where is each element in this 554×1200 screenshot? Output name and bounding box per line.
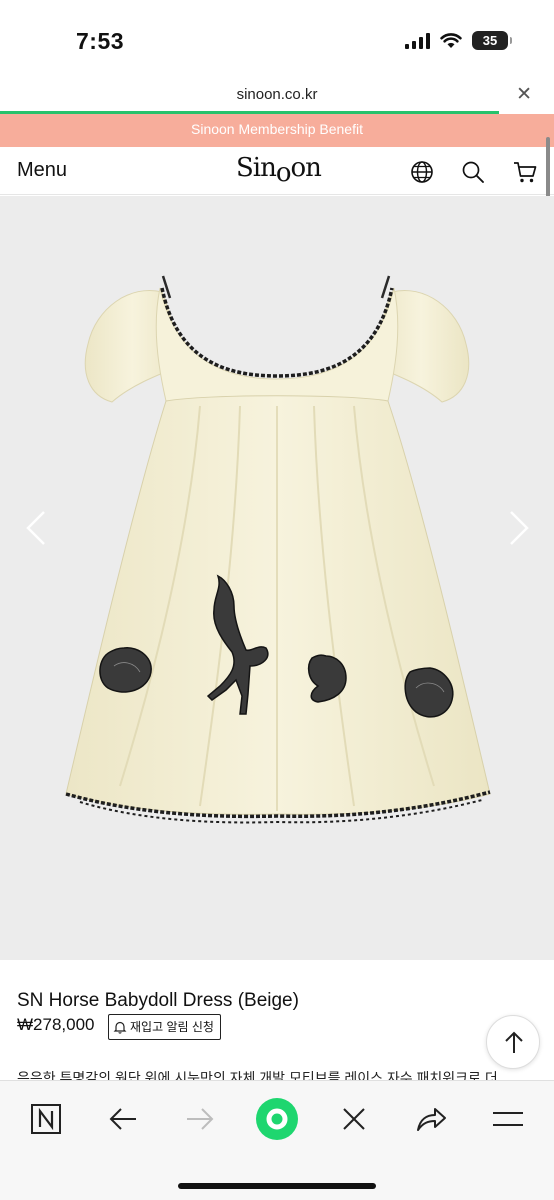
cart-icon[interactable]	[512, 159, 538, 185]
carousel-next-arrow-icon[interactable]	[508, 510, 530, 546]
bell-icon	[113, 1021, 127, 1034]
product-info: SN Horse Babydoll Dress (Beige) ₩278,000…	[0, 960, 554, 1086]
logo-text-end: on	[290, 153, 322, 183]
close-icon[interactable]: ✕	[516, 83, 532, 106]
membership-banner[interactable]: Sinoon Membership Benefit	[0, 114, 554, 147]
status-time: 7:53	[76, 28, 125, 54]
restock-alert-label: 재입고 알림 신청	[130, 1019, 214, 1034]
cellular-signal-icon	[405, 32, 430, 49]
status-bar: 7:53 35	[0, 0, 554, 80]
logo-text-start: Sin	[236, 153, 277, 183]
menu-icon	[493, 1112, 523, 1126]
up-arrow-icon	[505, 1031, 523, 1053]
close-tab-button[interactable]	[332, 1097, 376, 1141]
green-home-icon	[256, 1098, 298, 1140]
site-header: Menu Sinoon	[0, 147, 554, 195]
logo-text-middle: o	[275, 158, 292, 188]
forward-button[interactable]	[178, 1097, 222, 1141]
wifi-icon	[440, 33, 462, 48]
share-icon	[417, 1108, 446, 1131]
share-button[interactable]	[409, 1097, 453, 1141]
green-home-button[interactable]	[255, 1097, 299, 1141]
naver-home-button[interactable]	[24, 1097, 68, 1141]
naver-n-icon	[31, 1104, 61, 1134]
site-logo[interactable]: Sinoon	[236, 153, 322, 188]
browser-bottom-bar	[0, 1080, 554, 1200]
restock-alert-button[interactable]: 재입고 알림 신청	[108, 1014, 221, 1040]
home-indicator	[178, 1183, 376, 1189]
back-button[interactable]	[101, 1097, 145, 1141]
url-text[interactable]: sinoon.co.kr	[0, 86, 554, 103]
address-bar[interactable]: sinoon.co.kr ✕	[0, 80, 554, 111]
product-name: SN Horse Babydoll Dress (Beige)	[17, 990, 299, 1011]
forward-arrow-icon	[187, 1108, 214, 1130]
status-icons: 35	[405, 31, 512, 50]
close-icon	[343, 1108, 365, 1130]
carousel-prev-arrow-icon[interactable]	[25, 510, 47, 546]
product-image-carousel[interactable]	[0, 196, 554, 960]
more-menu-button[interactable]	[486, 1097, 530, 1141]
scroll-to-top-button[interactable]	[486, 1015, 540, 1069]
product-image[interactable]	[0, 196, 554, 960]
battery-icon: 35	[472, 31, 512, 50]
search-icon[interactable]	[460, 159, 486, 185]
menu-button[interactable]: Menu	[17, 159, 67, 182]
back-arrow-icon	[109, 1108, 136, 1130]
product-price: ₩278,000	[17, 1015, 95, 1034]
globe-icon[interactable]	[409, 159, 435, 185]
